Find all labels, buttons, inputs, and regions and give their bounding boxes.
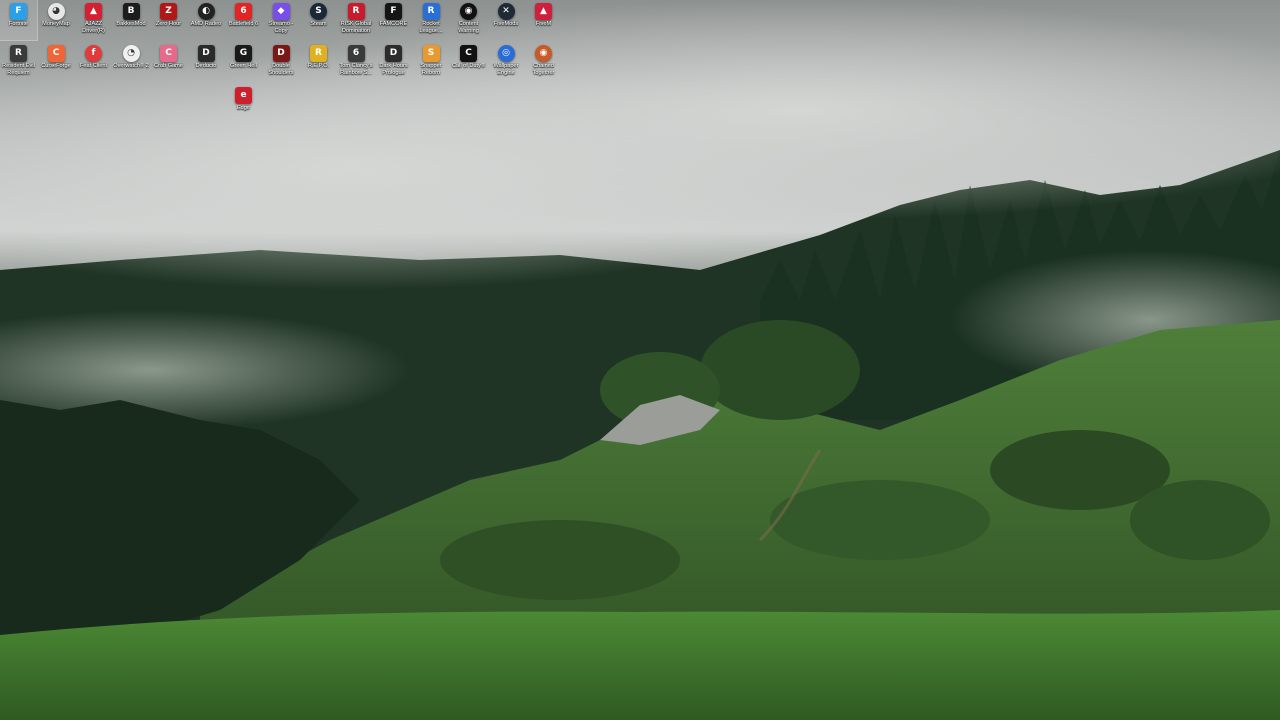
desktop-icon-label: Feat Client — [79, 63, 108, 69]
call-of-duty-icon: C — [460, 45, 477, 62]
bakkesmod-icon: B — [122, 3, 140, 20]
desktop-icon-label: Deducto — [195, 63, 217, 69]
famcore-icon: F — [385, 3, 402, 20]
desktop-icon-label: AMD Radeo — [190, 21, 222, 27]
desktop-icon-green-hell[interactable]: G Green Hell — [225, 42, 262, 82]
desktop-icon-label: Streamo - Copy — [268, 21, 294, 34]
desktop-icon-snapper[interactable]: S Snapper Reborn — [413, 42, 450, 82]
desktop-icon-dark-hours[interactable]: D Dark Hours Prologue — [375, 42, 412, 82]
desktop-icon-label: BakkesMod — [116, 21, 146, 27]
chained-together-icon: ◉ — [535, 45, 552, 62]
desktop-icon-deducto[interactable]: D Deducto — [188, 42, 225, 82]
desktop-icon-label: Content Warning — [458, 21, 479, 34]
desktop-icon-rocket-league[interactable]: R Rocket League... — [413, 0, 450, 40]
desktop-icon-label: Green Hell — [230, 63, 257, 69]
desktop-icon-zero-hour[interactable]: Z Zero Hour — [150, 0, 187, 40]
double-shoulders-icon: D — [272, 45, 290, 62]
desktop-icon-resident-evil[interactable]: R Resident Evil Requiem — [0, 42, 37, 82]
desktop-icon-wallpaper-engine[interactable]: ◎ Wallpaper Engine — [488, 42, 525, 82]
desktop-icon-streamo[interactable]: ◆ Streamo - Copy — [263, 0, 300, 40]
desktop-icon-risk[interactable]: R RISK Global Domination — [338, 0, 375, 40]
battlefield-icon: 6 — [235, 3, 252, 20]
desktop-icon-label: Fortnite — [9, 21, 28, 27]
overwatch-icon: ◔ — [122, 45, 140, 62]
edge-icon: e — [235, 87, 252, 104]
rocket-league-icon: R — [422, 3, 440, 20]
desktop-icon-label: Zero Hour — [155, 21, 182, 27]
desktop-icon-label: Overwatch® 2 — [113, 63, 149, 69]
desktop-icon-label: R.E.P.O. — [307, 63, 330, 69]
desktop-icon-famcore[interactable]: F FAMCORE — [375, 0, 412, 40]
amd-radeon-icon: ◐ — [197, 3, 215, 20]
desktop-icon-label: Resident Evil Requiem — [2, 63, 35, 76]
fortnite-icon: F — [10, 3, 27, 20]
desktop-icon-label: Snapper Reborn — [420, 63, 442, 76]
desktop-icon-label: Dark Hours Prologue — [379, 63, 408, 76]
repo-icon: R — [310, 45, 327, 62]
desktop-icon-label: MoneyMap — [42, 21, 70, 27]
content-warning-icon: ◉ — [460, 3, 477, 20]
snapper-icon: S — [422, 45, 440, 62]
desktop-icon-call-of-duty[interactable]: C Call of Duty® — [450, 42, 487, 82]
desktop-icon-battlefield[interactable]: 6 Battlefield 6 — [225, 0, 262, 40]
fivemods-icon: ✕ — [497, 3, 515, 20]
desktop-icon-steam[interactable]: S Steam — [300, 0, 337, 40]
desktop-icon-curseforge[interactable]: C CurseForge — [38, 42, 75, 82]
desktop-icon-grid: F Fortnite ◕ MoneyMap ▲ AJAZZ Driver(R) B Bakke… — [0, 0, 570, 120]
desktop-icon-amd-radeon[interactable]: ◐ AMD Radeo — [188, 0, 225, 40]
wallpaper-engine-icon: ◎ — [497, 45, 515, 62]
feat-client-icon: f — [85, 45, 102, 62]
desktop-icon-rainbow-six[interactable]: 6 Tom Clancy's Rainbow S... — [338, 42, 375, 82]
desktop-icon-label: Chained Together — [532, 63, 555, 76]
desktop-icon-label: FiveMods — [493, 21, 519, 27]
desktop-icon-label: FiveM — [535, 21, 552, 27]
dark-hours-icon: D — [385, 45, 402, 62]
desktop-icon-label: Edge — [236, 105, 251, 111]
desktop-icon-edge[interactable]: e Edge — [225, 84, 262, 124]
desktop-icon-repo[interactable]: R R.E.P.O. — [300, 42, 337, 82]
resident-evil-icon: R — [10, 45, 27, 62]
desktop-icon-label: RISK Global Domination — [340, 21, 372, 34]
desktop-icon-label: Call of Duty® — [451, 63, 486, 69]
desktop-icon-chained-together[interactable]: ◉ Chained Together — [525, 42, 562, 82]
curseforge-icon: C — [47, 45, 65, 62]
ajazz-icon: ▲ — [85, 3, 102, 20]
zero-hour-icon: Z — [160, 3, 177, 20]
fivem-icon: ▲ — [535, 3, 552, 20]
moneymap-icon: ◕ — [47, 3, 65, 20]
crab-game-icon: C — [160, 45, 177, 62]
desktop-icon-label: Rocket League... — [419, 21, 443, 34]
desktop-icon-content-warning[interactable]: ◉ Content Warning — [450, 0, 487, 40]
desktop-icon-ajazz[interactable]: ▲ AJAZZ Driver(R) — [75, 0, 112, 40]
desktop-icon-label: AJAZZ Driver(R) — [82, 21, 105, 34]
desktop-icon-overwatch[interactable]: ◔ Overwatch® 2 — [113, 42, 150, 82]
steam-icon: S — [310, 3, 327, 20]
desktop-icon-label: Tom Clancy's Rainbow S... — [339, 63, 373, 76]
desktop-icon-label: Battlefield 6 — [228, 21, 259, 27]
desktop-icon-fivemods[interactable]: ✕ FiveMods — [488, 0, 525, 40]
rainbow-six-icon: 6 — [347, 45, 365, 62]
risk-icon: R — [347, 3, 365, 20]
desktop-icon-crab-game[interactable]: C Crab Game — [150, 42, 187, 82]
streamo-icon: ◆ — [272, 3, 290, 20]
deducto-icon: D — [197, 45, 215, 62]
desktop-icon-label: Steam — [310, 21, 327, 27]
desktop-icon-label: Double Shoulders — [268, 63, 294, 76]
green-hell-icon: G — [235, 45, 252, 62]
desktop-icon-fortnite[interactable]: F Fortnite — [0, 0, 38, 41]
desktop-icon-label: Wallpaper Engine — [493, 63, 519, 76]
desktop-icon-label: Crab Game — [154, 63, 183, 69]
desktop-icon-feat-client[interactable]: f Feat Client — [75, 42, 112, 82]
desktop-icon-moneymap[interactable]: ◕ MoneyMap — [38, 0, 75, 40]
desktop-icon-fivem[interactable]: ▲ FiveM — [525, 0, 562, 40]
desktop-icon-double-shoulders[interactable]: D Double Shoulders — [263, 42, 300, 82]
desktop-icon-bakkesmod[interactable]: B BakkesMod — [113, 0, 150, 40]
desktop-icon-label: CurseForge — [41, 63, 71, 69]
desktop-icon-label: FAMCORE — [379, 21, 408, 27]
